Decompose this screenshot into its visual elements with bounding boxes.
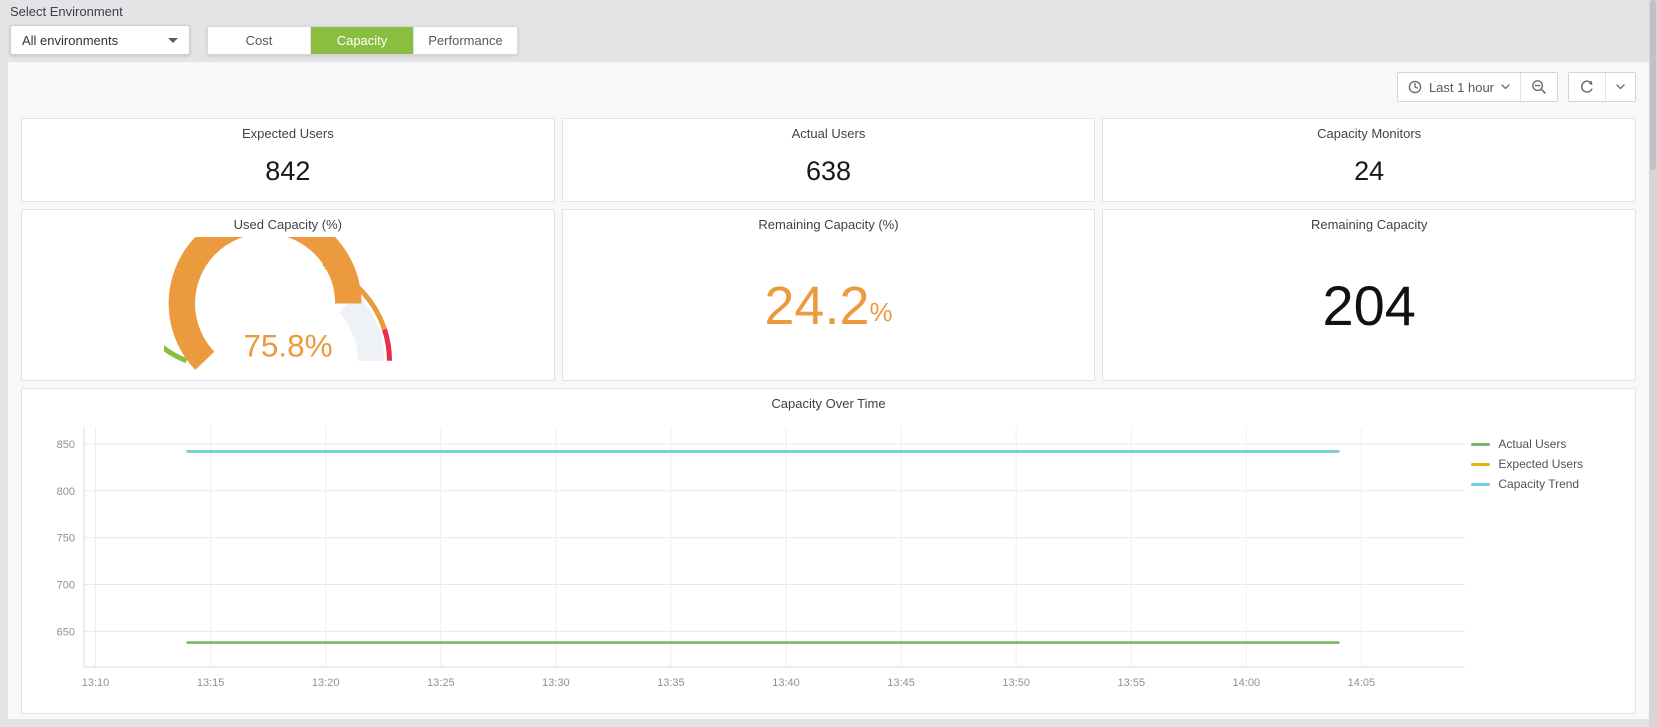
svg-text:13:15: 13:15	[197, 677, 225, 689]
panel-actual-users: Actual Users 638	[562, 118, 1096, 202]
svg-text:850: 850	[57, 439, 75, 451]
scrollbar[interactable]	[1649, 0, 1657, 727]
select-environment-label: Select Environment	[10, 4, 518, 19]
remaining-capacity-value: 204	[1322, 278, 1415, 334]
legend-color-swatch	[1471, 483, 1490, 486]
x-axis-tick-labels: 13:10 13:15 13:20 13:25 13:30 13:35 13:40 13:45…	[82, 677, 1375, 689]
refresh-interval-dropdown[interactable]	[1606, 73, 1635, 101]
svg-text:13:30: 13:30	[542, 677, 570, 689]
used-capacity-gauge: 75.8%	[164, 237, 412, 375]
panel-capacity-over-time: Capacity Over Time 65070075080085013:101…	[21, 388, 1636, 714]
remaining-capacity-pct-value: 24.2	[764, 279, 869, 333]
panel-capacity-monitors: Capacity Monitors 24	[1102, 118, 1636, 202]
legend-item-expected-users[interactable]: Expected Users	[1471, 457, 1629, 471]
environment-dropdown-value: All environments	[22, 33, 118, 48]
environment-topbar: Select Environment All environments Cost…	[10, 4, 518, 55]
scrollbar-thumb[interactable]	[1650, 0, 1656, 170]
legend-label: Actual Users	[1498, 437, 1566, 451]
panel-title-remaining-capacity[interactable]: Remaining Capacity	[1103, 210, 1635, 232]
panel-title-expected-users[interactable]: Expected Users	[22, 119, 554, 141]
legend-color-swatch	[1471, 443, 1490, 446]
svg-text:14:05: 14:05	[1348, 677, 1376, 689]
svg-text:13:20: 13:20	[312, 677, 340, 689]
panel-grid: Expected Users 842 Actual Users 638 Capa…	[21, 118, 1636, 714]
svg-text:13:10: 13:10	[82, 677, 110, 689]
chart-legend: Actual Users Expected Users Capacity Trend	[1471, 413, 1629, 713]
dashboard-screen: Select Environment All environments Cost…	[0, 0, 1657, 727]
clock-icon	[1408, 80, 1422, 94]
tab-cost[interactable]: Cost	[208, 27, 311, 54]
panel-remaining-capacity: Remaining Capacity 204	[1102, 209, 1636, 381]
chevron-down-icon	[1501, 84, 1510, 90]
tab-performance[interactable]: Performance	[414, 27, 517, 54]
svg-text:13:25: 13:25	[427, 677, 455, 689]
panel-used-capacity: Used Capacity (%) 75.8%	[21, 209, 555, 381]
refresh-icon	[1579, 79, 1595, 95]
y-axis-tick-labels: 650 700 750 800 850	[57, 439, 75, 639]
gauge-value-text: 75.8%	[243, 329, 332, 364]
remaining-capacity-pct-suffix: %	[869, 297, 892, 328]
svg-text:13:50: 13:50	[1002, 677, 1030, 689]
svg-text:650: 650	[57, 626, 75, 638]
dashboard-container: Last 1 hour	[8, 62, 1649, 719]
panel-title-actual-users[interactable]: Actual Users	[563, 119, 1095, 141]
svg-text:750: 750	[57, 533, 75, 545]
capacity-over-time-chart: 650 700 750 800 850 13:10 13:15 13:20 13:25 13:30…	[28, 413, 1471, 697]
chevron-down-icon	[1616, 84, 1625, 90]
zoom-out-icon	[1531, 79, 1547, 95]
time-range-picker[interactable]: Last 1 hour	[1398, 73, 1521, 101]
actual-users-value: 638	[563, 141, 1095, 201]
svg-text:14:00: 14:00	[1233, 677, 1261, 689]
tab-capacity[interactable]: Capacity	[311, 27, 414, 54]
legend-label: Expected Users	[1498, 457, 1583, 471]
legend-item-actual-users[interactable]: Actual Users	[1471, 437, 1629, 451]
panel-title-used-capacity[interactable]: Used Capacity (%)	[22, 210, 554, 232]
legend-color-swatch	[1471, 463, 1490, 466]
panel-title-remaining-capacity-pct[interactable]: Remaining Capacity (%)	[563, 210, 1095, 232]
svg-text:800: 800	[57, 486, 75, 498]
chart-gridlines	[84, 427, 1465, 667]
legend-item-capacity-trend[interactable]: Capacity Trend	[1471, 477, 1629, 491]
svg-text:700: 700	[57, 580, 75, 592]
gauge-rest-arc	[348, 303, 371, 360]
panel-title-capacity-over-time[interactable]: Capacity Over Time	[22, 389, 1635, 411]
panel-expected-users: Expected Users 842	[21, 118, 555, 202]
refresh-button[interactable]	[1569, 73, 1606, 101]
dashboard-toolbar: Last 1 hour	[1397, 72, 1636, 102]
capacity-monitors-value: 24	[1103, 141, 1635, 201]
gauge-threshold-arc	[384, 329, 389, 360]
chevron-down-icon	[168, 38, 178, 43]
time-range-label: Last 1 hour	[1429, 80, 1494, 95]
panel-title-capacity-monitors[interactable]: Capacity Monitors	[1103, 119, 1635, 141]
zoom-out-button[interactable]	[1521, 73, 1557, 101]
svg-text:13:55: 13:55	[1118, 677, 1146, 689]
svg-text:13:40: 13:40	[772, 677, 800, 689]
svg-text:13:45: 13:45	[887, 677, 915, 689]
svg-text:13:35: 13:35	[657, 677, 685, 689]
legend-label: Capacity Trend	[1498, 477, 1579, 491]
view-tabs: Cost Capacity Performance	[207, 26, 518, 55]
environment-dropdown[interactable]: All environments	[10, 25, 190, 55]
panel-remaining-capacity-pct: Remaining Capacity (%) 24.2 %	[562, 209, 1096, 381]
expected-users-value: 842	[22, 141, 554, 201]
